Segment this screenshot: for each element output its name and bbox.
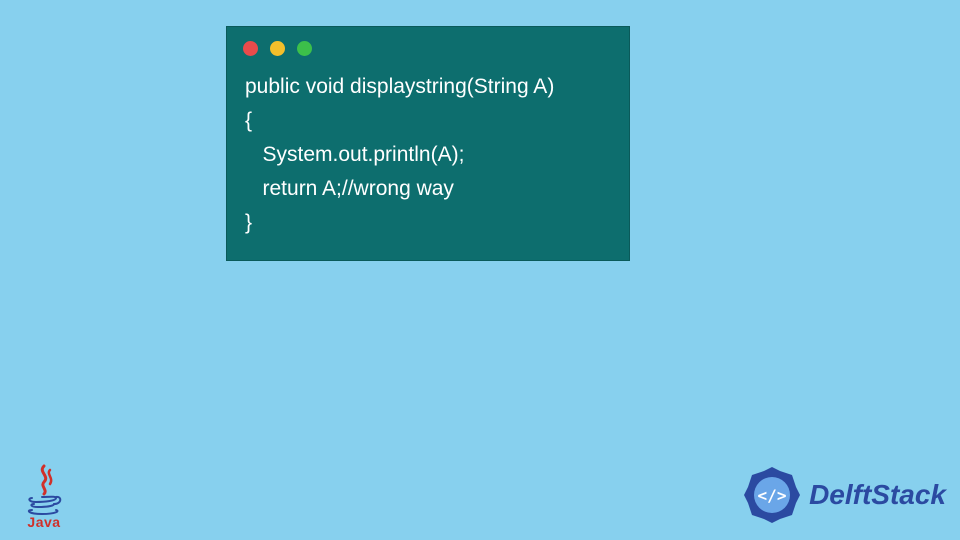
delftstack-logo: </> DelftStack bbox=[741, 464, 946, 526]
code-content: public void displaystring(String A) { Sy… bbox=[227, 62, 629, 260]
window-titlebar bbox=[227, 27, 629, 62]
java-logo: Java bbox=[18, 464, 70, 530]
delftstack-label: DelftStack bbox=[809, 479, 946, 511]
delftstack-badge-icon: </> bbox=[741, 464, 803, 526]
code-line: { bbox=[245, 109, 252, 132]
java-cup-icon bbox=[22, 464, 66, 516]
minimize-icon bbox=[270, 41, 285, 56]
maximize-icon bbox=[297, 41, 312, 56]
code-line: } bbox=[245, 211, 252, 234]
code-line: return A;//wrong way bbox=[245, 177, 454, 200]
java-logo-label: Java bbox=[18, 514, 70, 530]
close-icon bbox=[243, 41, 258, 56]
svg-text:</>: </> bbox=[758, 486, 787, 505]
code-window: public void displaystring(String A) { Sy… bbox=[226, 26, 630, 261]
code-line: public void displaystring(String A) bbox=[245, 75, 554, 98]
code-line: System.out.println(A); bbox=[245, 143, 464, 166]
